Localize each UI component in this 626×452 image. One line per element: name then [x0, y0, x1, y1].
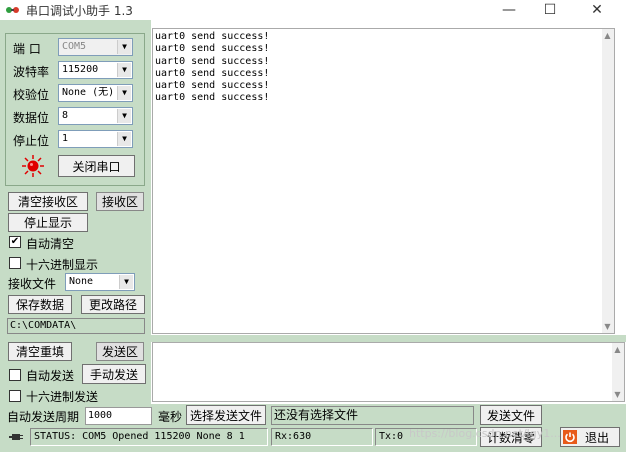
close-port-button[interactable]: 关闭串口 [58, 155, 135, 177]
parity-label: 校验位 [13, 88, 50, 102]
exit-icon [563, 430, 577, 444]
chevron-down-icon: ▼ [117, 40, 131, 54]
send-period-label: 自动发送周期 [7, 410, 80, 424]
file-status-field: 还没有选择文件 [271, 406, 474, 425]
window-title: 串口调试小助手 1.3 [26, 4, 133, 18]
title-bar: 串口调试小助手 1.3 — ☐ ✕ [0, 0, 626, 20]
save-path-field: C:\COMDATA\ [7, 318, 145, 334]
databits-select-value: 8 [62, 110, 69, 121]
receive-line: uart0 send success! [155, 80, 270, 92]
port-select[interactable]: COM5 ▼ [58, 38, 133, 56]
receive-file-select[interactable]: None ▼ [65, 273, 135, 291]
watermark-text: https://blog.csdn.net/lgy1... [409, 427, 561, 440]
clear-receive-button[interactable]: 清空接收区 [8, 192, 88, 211]
auto-send-checkbox[interactable] [9, 369, 21, 381]
baud-label: 波特率 [13, 65, 50, 79]
send-file-button[interactable]: 发送文件 [480, 405, 542, 425]
parity-select[interactable]: None (无) ▼ [58, 84, 133, 102]
receive-area-label: 接收区 [96, 192, 144, 211]
app-icon [6, 7, 19, 13]
send-text-area[interactable]: ▲ ▼ [152, 342, 625, 402]
parity-select-value: None (无) [62, 87, 115, 98]
receive-line: uart0 send success! [155, 67, 270, 79]
receive-content: uart0 send success! uart0 send success! ua… [155, 31, 269, 105]
hex-display-checkbox[interactable] [9, 257, 21, 269]
receive-file-select-value: None [69, 276, 94, 287]
send-period-input[interactable]: 1000 [85, 407, 152, 425]
receive-line: uart0 send success! [155, 43, 270, 55]
auto-clear-label: 自动清空 [26, 237, 75, 251]
receive-text-area[interactable]: uart0 send success! uart0 send success! ua… [152, 28, 615, 334]
clear-resend-button[interactable]: 清空重填 [8, 342, 72, 361]
close-button[interactable]: ✕ [574, 0, 620, 20]
stopbits-label: 停止位 [13, 134, 50, 148]
receive-file-label: 接收文件 [8, 277, 57, 291]
scroll-down-icon[interactable]: ▼ [612, 389, 623, 400]
port-status-lamp-icon [22, 155, 44, 177]
exit-button[interactable]: 退出 [560, 427, 620, 447]
auto-clear-checkbox[interactable]: ✔ [9, 236, 21, 248]
hex-send-checkbox[interactable] [9, 390, 21, 402]
stopbits-select[interactable]: 1 ▼ [58, 130, 133, 148]
scroll-up-icon[interactable]: ▲ [612, 344, 623, 355]
chevron-down-icon: ▼ [117, 109, 131, 123]
minimize-button[interactable]: — [486, 0, 532, 20]
maximize-button[interactable]: ☐ [527, 0, 573, 20]
exit-label: 退出 [585, 430, 610, 445]
databits-label: 数据位 [13, 111, 50, 125]
period-unit-label: 毫秒 [158, 410, 183, 424]
select-send-file-button[interactable]: 选择发送文件 [186, 405, 266, 425]
receive-line: uart0 send success! [155, 92, 270, 104]
chevron-down-icon: ▼ [117, 63, 131, 77]
hex-send-label: 十六进制发送 [26, 390, 99, 404]
baud-select[interactable]: 115200 ▼ [58, 61, 133, 79]
auto-send-label: 自动发送 [26, 369, 75, 383]
port-label: 端 口 [13, 42, 41, 56]
receive-line: uart0 send success! [155, 31, 270, 42]
hex-display-label: 十六进制显示 [26, 258, 99, 272]
baud-select-value: 115200 [62, 64, 99, 75]
scroll-down-icon[interactable]: ▼ [602, 321, 613, 332]
rx-counter: Rx:630 [271, 428, 373, 446]
databits-select[interactable]: 8 ▼ [58, 107, 133, 125]
serial-connector-icon [9, 434, 23, 440]
chevron-down-icon: ▼ [117, 132, 131, 146]
manual-send-button[interactable]: 手动发送 [82, 364, 146, 384]
stopbits-select-value: 1 [62, 133, 69, 144]
send-scrollbar[interactable]: ▲ ▼ [612, 343, 624, 401]
receive-line: uart0 send success! [155, 55, 270, 67]
chevron-down-icon: ▼ [117, 86, 131, 100]
change-path-button[interactable]: 更改路径 [81, 295, 145, 314]
send-area-label: 发送区 [96, 342, 144, 361]
chevron-down-icon: ▼ [119, 275, 133, 289]
port-select-value: COM5 [62, 41, 87, 52]
status-text: STATUS: COM5 Opened 115200 None 8 1 [30, 428, 268, 446]
save-data-button[interactable]: 保存数据 [8, 295, 72, 314]
stop-display-button[interactable]: 停止显示 [8, 213, 88, 232]
scroll-up-icon[interactable]: ▲ [602, 30, 613, 41]
receive-scrollbar[interactable]: ▲ ▼ [602, 29, 614, 333]
